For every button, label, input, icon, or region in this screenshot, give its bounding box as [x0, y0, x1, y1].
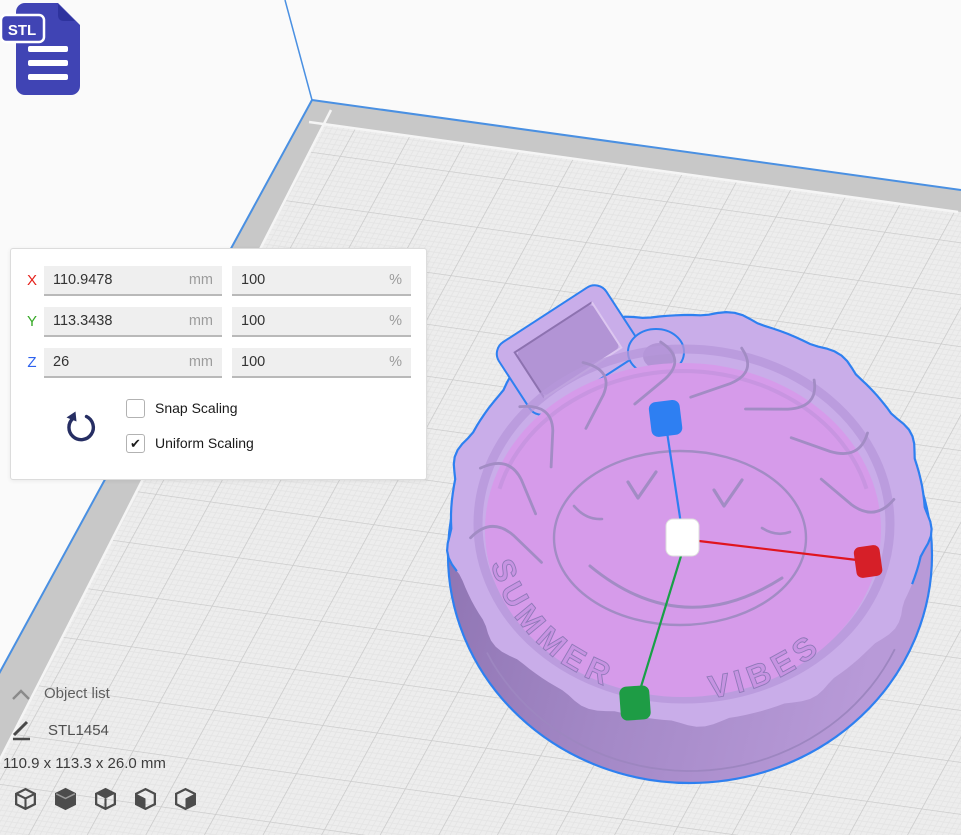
- view-3d-icon[interactable]: [12, 786, 39, 813]
- x-size-value: 110.9478: [53, 272, 112, 288]
- z-percent-unit: %: [389, 354, 402, 370]
- x-size-input[interactable]: 110.9478 mm: [44, 266, 222, 296]
- view-top-icon[interactable]: [92, 786, 119, 813]
- view-right-icon[interactable]: [172, 786, 199, 813]
- x-percent-unit: %: [389, 272, 402, 288]
- y-percent-unit: %: [389, 313, 402, 329]
- snap-checkbox[interactable]: ✔: [126, 399, 145, 418]
- y-size-value: 113.3438: [53, 313, 112, 329]
- scale-tool-panel: X 110.9478 mm 100 % Y 113.3438 mm 100 % …: [10, 248, 427, 480]
- reset-icon: [61, 407, 99, 445]
- collapse-caret-icon[interactable]: [10, 688, 32, 702]
- x-axis-label: X: [21, 266, 43, 296]
- scale-handle-y[interactable]: [619, 685, 651, 721]
- uniform-checkmark: ✔: [130, 436, 141, 452]
- stl-badge-label: STL: [8, 22, 36, 39]
- z-axis-label: Z: [21, 348, 43, 378]
- view-preset-toolbar: [12, 786, 199, 813]
- scale-handle-center[interactable]: [666, 519, 699, 556]
- object-list-header[interactable]: Object list: [44, 685, 110, 702]
- z-size-value: 26: [53, 354, 69, 370]
- z-size-unit: mm: [189, 354, 213, 370]
- view-front-icon[interactable]: [52, 786, 79, 813]
- z-size-input[interactable]: 26 mm: [44, 348, 222, 378]
- snap-scaling-label: Snap Scaling: [155, 399, 238, 418]
- stl-file-icon: STL: [0, 0, 96, 100]
- view-left-icon[interactable]: [132, 786, 159, 813]
- uniform-checkbox[interactable]: ✔: [126, 434, 145, 453]
- scale-handle-z[interactable]: [648, 399, 683, 438]
- x-percent-value: 100: [241, 272, 265, 288]
- y-size-unit: mm: [189, 313, 213, 329]
- y-percent-value: 100: [241, 313, 265, 329]
- reset-scale-button[interactable]: [61, 407, 99, 445]
- x-percent-input[interactable]: 100 %: [232, 266, 411, 296]
- y-axis-label: Y: [21, 307, 43, 337]
- z-percent-input[interactable]: 100 %: [232, 348, 411, 378]
- object-list-item[interactable]: STL1454: [48, 722, 109, 739]
- edit-pencil-icon: [11, 720, 33, 742]
- y-percent-input[interactable]: 100 %: [232, 307, 411, 337]
- z-percent-value: 100: [241, 354, 265, 370]
- model-dimensions-label: 110.9 x 113.3 x 26.0 mm: [3, 755, 166, 772]
- y-size-input[interactable]: 113.3438 mm: [44, 307, 222, 337]
- scale-handle-x[interactable]: [853, 544, 883, 578]
- x-size-unit: mm: [189, 272, 213, 288]
- uniform-scaling-label: Uniform Scaling: [155, 434, 254, 453]
